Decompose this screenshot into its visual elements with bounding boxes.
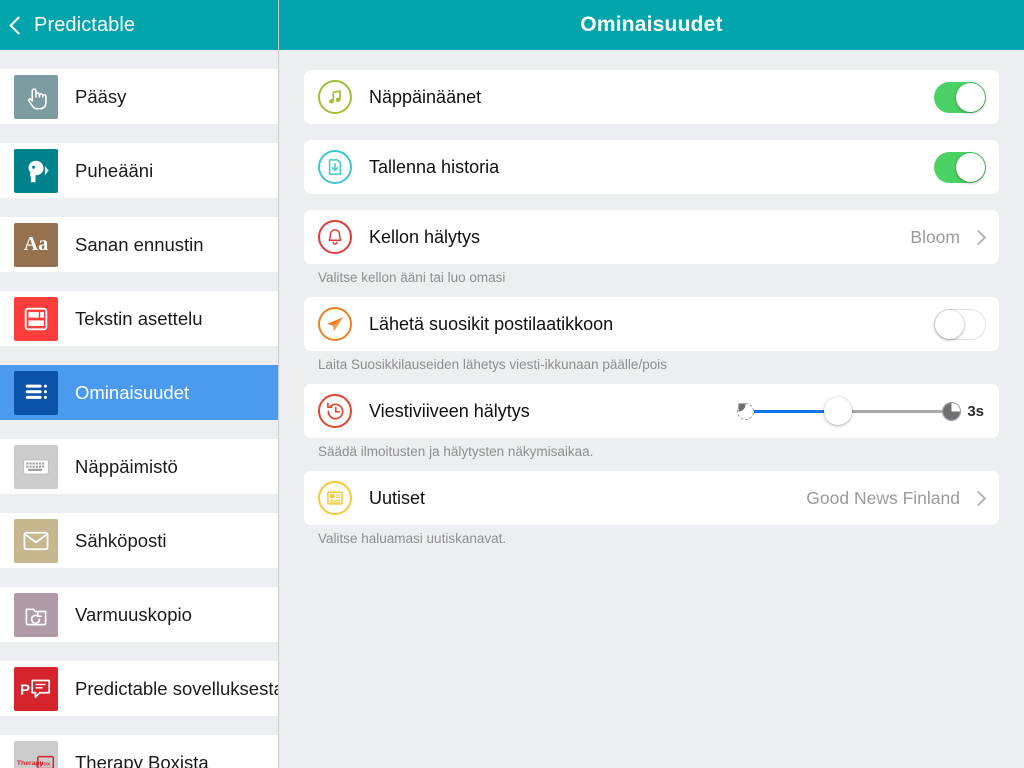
sidebar-item-label: Sähköposti [75,529,167,551]
chevron-left-icon [9,15,28,35]
sidebar-item-predictable-sovelluksesta[interactable]: P Predictable sovelluksesta [0,661,278,716]
setting-label: Kellon hälytys [369,226,481,247]
sidebar-divider [0,494,278,513]
setting-label: Uutiset [369,487,426,508]
sidebar-item-tekstin-asettelu[interactable]: Tekstin asettelu [0,291,278,346]
sidebar-divider [0,346,278,365]
short-duration-icon [737,402,755,420]
sidebar-item-varmuuskopio[interactable]: Varmuuskopio [0,587,278,642]
chevron-right-icon [970,229,987,245]
sidebar-item-p-sy[interactable]: Pääsy [0,69,278,124]
sidebar-item-ominaisuudet[interactable]: Ominaisuudet [0,365,278,420]
setting-row-news[interactable]: Uutiset Good News Finland [304,471,999,525]
setting-row-key-sounds: Näppäinäänet [304,70,999,124]
setting-label: Lähetä suosikit postilaatikkoon [369,313,614,334]
settings-screen: Predictable Pääsy Puheääni Aa Sanan ennusti… [0,0,1024,768]
setting-row-clock-alarm[interactable]: Kellon hälytys Bloom [304,210,999,264]
setting-value: Bloom [910,226,960,247]
sidebar-divider [0,642,278,661]
layout-icon [14,296,58,341]
slider-track-empty [850,409,943,413]
setting-label: Tallenna historia [369,156,500,177]
toggle-switch[interactable] [934,81,986,113]
predictable-logo-icon: P [14,666,58,711]
sidebar-header: Predictable [0,0,278,50]
sidebar-item-label: Ominaisuudet [75,381,190,403]
setting-subtitle: Valitse kellon ääni tai luo omasi [318,270,506,285]
setting-label: Viestiviiveen hälytys [369,400,530,421]
setting-subtitle: Säädä ilmoitusten ja hälytysten näkymisa… [318,444,594,459]
sidebar-item-label: Therapy Boxista [75,751,209,768]
save-download-icon [318,150,352,184]
sidebar-divider [0,420,278,439]
sidebar-item-label: Varmuuskopio [75,603,192,625]
slider-thumb[interactable] [824,397,853,425]
setting-row-message-delay-alarm: Viestiviiveen hälytys 3s [304,384,999,438]
music-note-icon [318,80,352,114]
svg-text:box: box [40,761,51,767]
toggle-switch[interactable] [934,151,986,183]
bell-icon [318,220,352,254]
sidebar-divider [0,716,278,735]
sidebar-item-label: Näppäimistö [75,455,178,477]
setting-subtitle: Valitse haluamasi uutiskanavat. [318,531,507,546]
speaking-head-icon [14,148,58,193]
setting-label: Näppäinäänet [369,86,482,107]
sidebar-item-puhe-ni[interactable]: Puheääni [0,143,278,198]
setting-row-send-favourites: Lähetä suosikit postilaatikkoon [304,297,999,351]
toggle-knob [956,152,985,182]
sidebar-divider [0,272,278,291]
main-panel: Ominaisuudet Näppäinäänet Tallenna histor… [279,0,1024,768]
duration-slider[interactable]: 3s [737,397,984,425]
therapy-box-logo-icon: Therapy box [14,740,58,768]
main-header: Ominaisuudet [279,0,1024,50]
sidebar-item-label: Puheääni [75,159,154,181]
clock-rewind-icon [318,394,352,428]
sidebar-item-label: Predictable sovelluksesta [75,677,279,699]
sidebar: Predictable Pääsy Puheääni Aa Sanan ennusti… [0,0,279,768]
back-button-label: Predictable [34,13,136,36]
hand-pointer-icon [14,74,58,119]
sidebar-item-s-hk-posti[interactable]: Sähköposti [0,513,278,568]
long-duration-icon [942,401,962,421]
sidebar-divider [0,50,278,69]
sidebar-list: Pääsy Puheääni Aa Sanan ennustin Tekstin ase… [0,50,278,768]
settings-list: Näppäinäänet Tallenna historia Kellon häly… [279,50,1024,558]
toggle-knob [935,309,964,339]
setting-value: Good News Finland [806,487,960,508]
sidebar-divider [0,124,278,143]
page-title: Ominaisuudet [580,13,723,36]
sidebar-item-label: Tekstin asettelu [75,307,203,329]
svg-text:P: P [20,681,30,698]
backup-folder-icon [14,592,58,637]
sidebar-divider [0,198,278,217]
back-button[interactable]: Predictable [8,14,135,37]
newspaper-icon [318,481,352,515]
aa-text-icon: Aa [14,222,58,267]
envelope-icon [14,518,58,563]
slider-value: 3s [967,402,984,420]
setting-subtitle: Laita Suosikkilauseiden lähetys viesti-i… [318,357,667,372]
paper-plane-icon [318,307,352,341]
slider-track-filled [754,409,827,413]
keyboard-icon [14,444,58,489]
toggle-switch[interactable] [934,308,986,340]
toggle-knob [956,82,985,112]
chevron-right-icon [970,490,987,506]
sidebar-item-label: Sanan ennustin [75,233,204,255]
sidebar-item-therapy-boxista[interactable]: Therapy box Therapy Boxista [0,735,278,768]
list-lines-icon [14,370,58,415]
sidebar-item-label: Pääsy [75,85,127,107]
sidebar-item-n-pp-imist[interactable]: Näppäimistö [0,439,278,494]
sidebar-item-sanan-ennustin[interactable]: Aa Sanan ennustin [0,217,278,272]
setting-row-save-history: Tallenna historia [304,140,999,194]
sidebar-divider [0,568,278,587]
